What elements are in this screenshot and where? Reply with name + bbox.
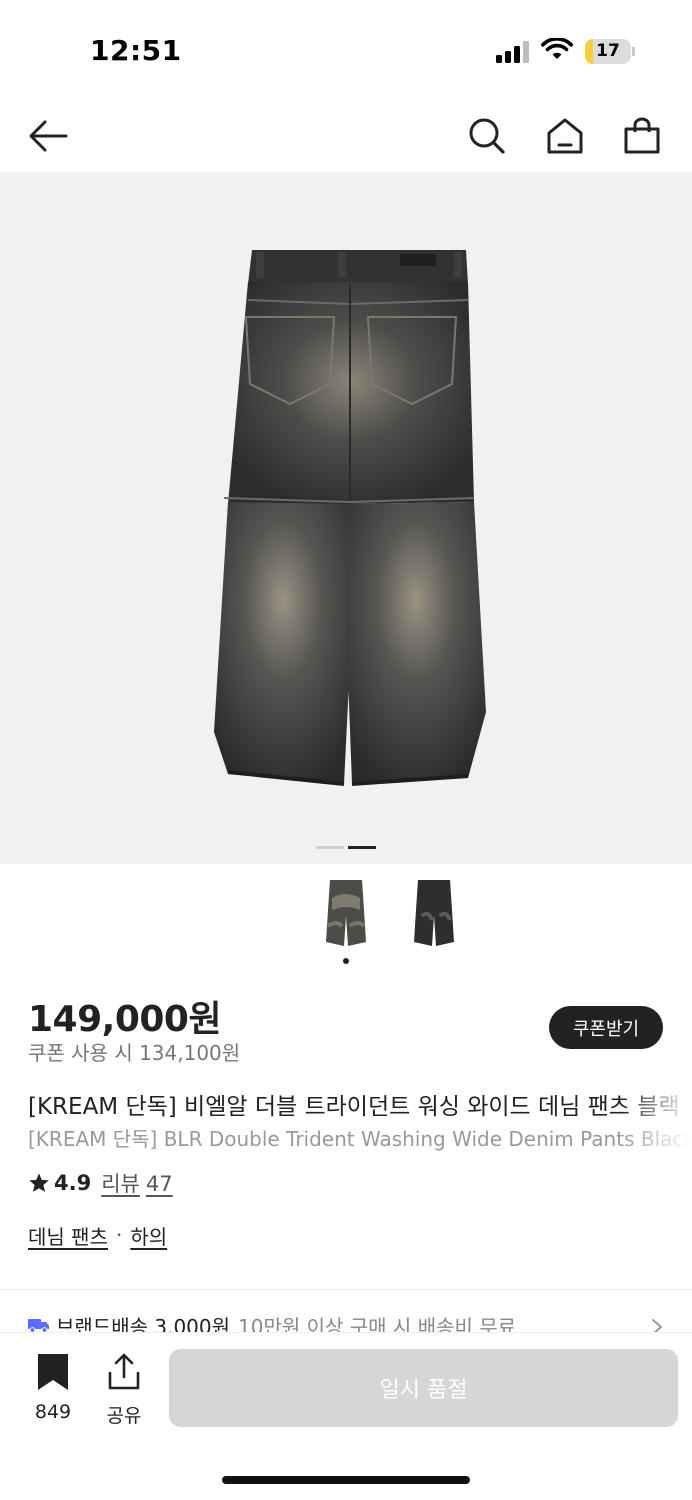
category-separator: · [115, 1223, 123, 1247]
status-time: 12:51 [90, 34, 182, 67]
share-label: 공유 [106, 1405, 142, 1427]
battery-icon: 17 [585, 39, 635, 64]
battery-body: 17 [585, 39, 631, 64]
rating-row: 4.9 리뷰 47 [28, 1168, 173, 1198]
bottom-action-bar: 849 공유 일시 품절 [0, 1332, 692, 1500]
pager-segment-2 [348, 846, 376, 849]
pager-segment-1 [316, 846, 344, 849]
product-price: 149,000원 [28, 999, 222, 1040]
product-image [214, 250, 486, 786]
rating-value: 4.9 [54, 1171, 92, 1195]
save-button[interactable]: 849 [28, 1353, 78, 1423]
status-bar: 12:51 17 [0, 0, 692, 100]
share-icon [108, 1353, 140, 1390]
review-link[interactable]: 리뷰 47 [101, 1168, 172, 1198]
thumbnail-strip [0, 872, 692, 972]
selected-thumbnail-indicator [343, 958, 349, 964]
top-navigation [0, 100, 692, 172]
title-fade-overlay [620, 1085, 692, 1155]
battery-level: 17 [596, 41, 620, 61]
review-label: 리뷰 [101, 1172, 140, 1196]
delivery-truck-icon [28, 1319, 49, 1333]
get-coupon-button[interactable]: 쿠폰받기 [549, 1006, 663, 1049]
product-title-english: [KREAM 단독] BLR Double Trident Washing Wi… [28, 1127, 692, 1151]
sold-out-button[interactable]: 일시 품절 [169, 1349, 678, 1427]
save-count: 849 [34, 1401, 72, 1423]
battery-cap [632, 47, 635, 56]
home-indicator [222, 1476, 470, 1484]
category-link-denim-pants[interactable]: 데님 팬츠 [28, 1221, 108, 1250]
coupon-price: 쿠폰 사용 시 134,100원 [28, 1041, 241, 1065]
shopping-bag-icon [624, 117, 660, 154]
thumbnail-image-2 [414, 880, 454, 946]
review-count: 47 [145, 1172, 173, 1196]
wifi-icon [541, 38, 573, 59]
thumbnail-image-1 [326, 880, 366, 946]
category-link-bottoms[interactable]: 하의 [130, 1221, 167, 1250]
cellular-signal-icon [496, 41, 529, 63]
search-icon [469, 118, 505, 154]
section-divider [0, 1289, 692, 1290]
carousel-pager [316, 846, 376, 850]
thumbnail-2[interactable] [412, 876, 456, 950]
product-image-carousel[interactable] [0, 172, 692, 864]
search-button[interactable] [465, 114, 509, 158]
category-breadcrumb: 데님 팬츠 · 하의 [28, 1220, 167, 1250]
home-button[interactable] [543, 114, 587, 158]
back-button[interactable] [26, 114, 70, 158]
home-icon [547, 118, 583, 154]
product-title-korean: [KREAM 단독] 비엘알 더블 트라이던트 워싱 와이드 데님 팬츠 블랙 [28, 1094, 680, 1120]
back-arrow-icon [29, 120, 68, 152]
share-button[interactable]: 공유 [100, 1353, 148, 1427]
shopping-bag-button[interactable] [620, 114, 664, 158]
bookmark-icon [38, 1354, 68, 1390]
thumbnail-1[interactable] [324, 876, 368, 950]
star-icon [29, 1173, 49, 1192]
